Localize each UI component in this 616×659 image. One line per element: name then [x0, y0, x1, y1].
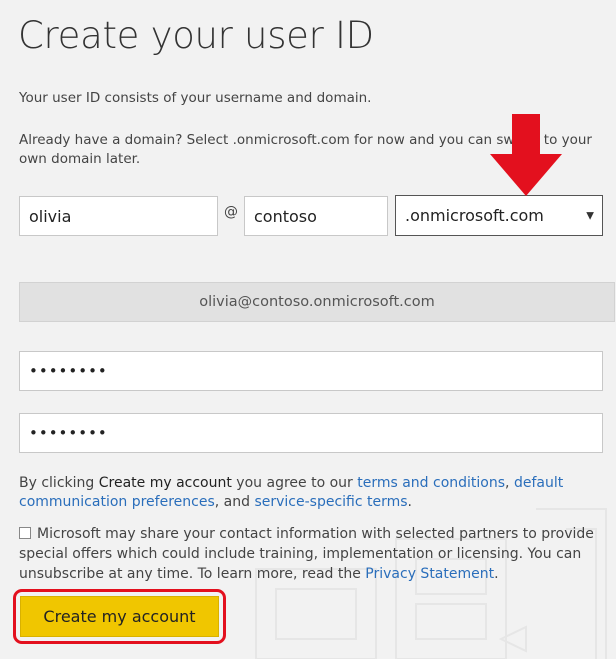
- consent-body: Microsoft may share your contact informa…: [19, 526, 594, 582]
- username-value: olivia: [29, 206, 72, 226]
- password-field[interactable]: ••••••••: [19, 351, 603, 391]
- agreement-end: .: [407, 494, 412, 510]
- domain-input[interactable]: contoso: [244, 196, 388, 236]
- create-account-button[interactable]: Create my account: [20, 596, 219, 637]
- privacy-statement-link[interactable]: Privacy Statement: [365, 566, 494, 582]
- agreement-button-reference: Create my account: [98, 475, 232, 491]
- domain-suffix-select[interactable]: .onmicrosoft.com ▼: [395, 195, 603, 236]
- consent-text: Microsoft may share your contact informa…: [19, 524, 603, 584]
- consent-checkbox[interactable]: [19, 527, 31, 539]
- username-input[interactable]: olivia: [19, 196, 218, 236]
- intro-text: Your user ID consists of your username a…: [19, 90, 372, 106]
- terms-link[interactable]: terms and conditions: [357, 475, 505, 491]
- confirm-password-field[interactable]: ••••••••: [19, 413, 603, 453]
- page-title: Create your user ID: [18, 14, 374, 57]
- domain-suffix-selected: .onmicrosoft.com: [405, 206, 544, 225]
- service-terms-link[interactable]: service-specific terms: [254, 494, 407, 510]
- down-arrow-icon: [490, 114, 562, 196]
- at-sign: @: [224, 204, 238, 220]
- agreement-text: By clicking Create my account you agree …: [19, 474, 599, 512]
- agreement-comma: ,: [505, 475, 514, 491]
- consent-end: .: [494, 566, 499, 582]
- user-id-preview: olivia@contoso.onmicrosoft.com: [19, 282, 615, 322]
- password-mask: ••••••••: [29, 362, 108, 380]
- domain-value: contoso: [254, 206, 317, 226]
- agreement-and: , and: [214, 494, 255, 510]
- agreement-prefix: By clicking: [19, 475, 99, 491]
- confirm-password-mask: ••••••••: [29, 424, 108, 442]
- agreement-middle: you agree to our: [231, 475, 358, 491]
- chevron-down-icon: ▼: [586, 210, 594, 221]
